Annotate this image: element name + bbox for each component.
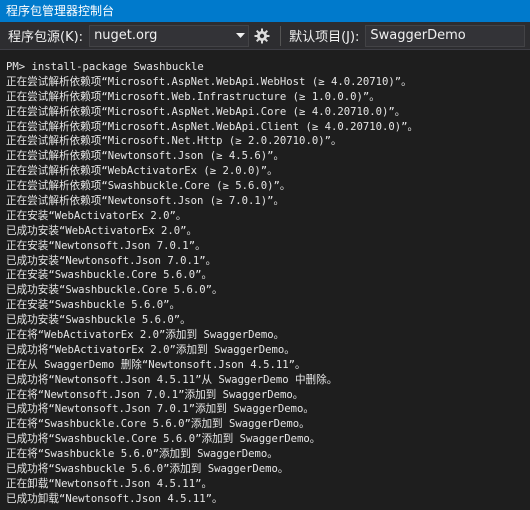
console-line: 已成功将“Swashbuckle.Core 5.6.0”添加到 SwaggerD…: [6, 433, 321, 446]
console-line: 正在从 SwaggerDemo 删除“Newtonsoft.Json 4.5.1…: [6, 358, 306, 371]
console-line: 正在安装“WebActivatorEx 2.0”。: [6, 209, 187, 222]
console-line: 正在尝试解析依赖项“Newtonsoft.Json (≥ 7.0.1)”。: [6, 195, 285, 208]
console-line: 正在将“Newtonsoft.Json 7.0.1”添加到 SwaggerDem…: [6, 388, 304, 401]
console-line: 正在将“Swashbuckle.Core 5.6.0”添加到 SwaggerDe…: [6, 418, 310, 431]
console-line: 正在尝试解析依赖项“Microsoft.AspNet.WebApi.Core (…: [6, 105, 406, 118]
console-line: 正在尝试解析依赖项“Newtonsoft.Json (≥ 4.5.6)”。: [6, 150, 285, 163]
console-toolbar: 程序包源(K): nuget.org 默认项目(J): SwaggerDemo: [0, 22, 530, 50]
default-project-label: 默认项目(J):: [289, 30, 360, 45]
console-output[interactable]: PM> install-package Swashbuckle 正在尝试解析依赖项…: [0, 50, 530, 510]
console-line: 正在卸载“Newtonsoft.Json 4.5.11”。: [6, 477, 213, 490]
chevron-down-icon[interactable]: [232, 26, 248, 46]
console-line: 正在尝试解析依赖项“Microsoft.Web.Infrastructure (…: [6, 90, 380, 103]
window-title-bar: 程序包管理器控制台: [0, 0, 530, 22]
default-project-dropdown[interactable]: SwaggerDemo: [365, 24, 526, 47]
console-line: 已成功将“Newtonsoft.Json 4.5.11”从 SwaggerDem…: [6, 373, 338, 386]
console-line: 正在尝试解析依赖项“Microsoft.AspNet.WebApi.Client…: [6, 120, 419, 133]
console-line: 正在尝试解析依赖项“Swashbuckle.Core (≥ 5.6.0)”。: [6, 180, 291, 193]
console-line: 正在将“Swashbuckle 5.6.0”添加到 SwaggerDemo。: [6, 448, 278, 461]
console-line: 正在安装“Swashbuckle.Core 5.6.0”。: [6, 269, 213, 282]
console-line: 已成功将“Swashbuckle 5.6.0”添加到 SwaggerDemo。: [6, 463, 289, 476]
console-line: PM> install-package Swashbuckle: [6, 61, 204, 73]
console-line: 已成功安装“Swashbuckle 5.6.0”。: [6, 314, 191, 327]
gear-icon[interactable]: [252, 26, 272, 46]
package-source-dropdown[interactable]: nuget.org: [89, 24, 250, 47]
console-line: 正在尝试解析依赖项“WebActivatorEx (≥ 2.0.0)”。: [6, 165, 278, 178]
package-source-value: nuget.org: [94, 28, 158, 43]
toolbar-separator: [280, 25, 282, 46]
console-line: 正在尝试解析依赖项“Microsoft.Net.Http (≥ 2.0.2071…: [6, 135, 342, 148]
console-line: 已成功将“WebActivatorEx 2.0”添加到 SwaggerDemo。: [6, 343, 295, 356]
console-line: 正在尝试解析依赖项“Microsoft.AspNet.WebApi.WebHos…: [6, 75, 412, 88]
window-title: 程序包管理器控制台: [6, 4, 115, 18]
console-line: 正在安装“Swashbuckle 5.6.0”。: [6, 299, 181, 312]
package-source-label: 程序包源(K):: [8, 30, 84, 45]
console-line: 已成功安装“Newtonsoft.Json 7.0.1”。: [6, 254, 217, 267]
default-project-value: SwaggerDemo: [370, 28, 466, 43]
console-line: 正在安装“Newtonsoft.Json 7.0.1”。: [6, 239, 206, 252]
console-line: 已成功安装“WebActivatorEx 2.0”。: [6, 224, 198, 237]
console-line: 已成功卸载“Newtonsoft.Json 4.5.11”。: [6, 492, 223, 505]
console-line: 正在将“WebActivatorEx 2.0”添加到 SwaggerDemo。: [6, 329, 285, 342]
console-line: 已成功将“Newtonsoft.Json 7.0.1”添加到 SwaggerDe…: [6, 403, 314, 416]
console-line: 已成功安装“Swashbuckle.Core 5.6.0”。: [6, 284, 223, 297]
